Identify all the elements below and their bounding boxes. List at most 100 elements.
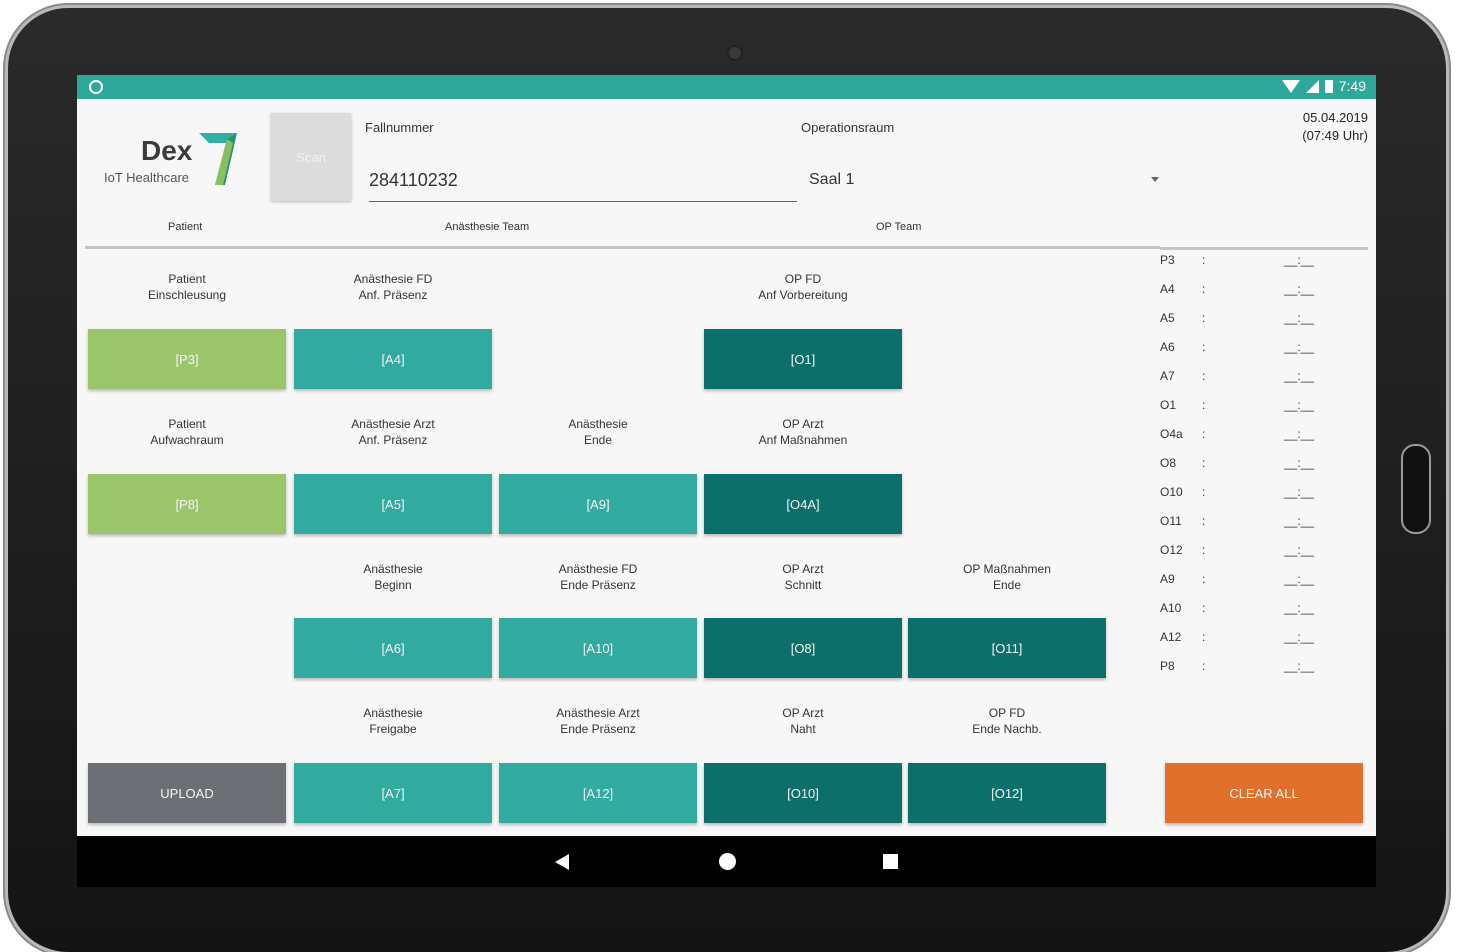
log-id: A4 <box>1160 282 1175 296</box>
log-id: A5 <box>1160 311 1175 325</box>
logo-subtitle: IoT Healthcare <box>104 170 190 185</box>
app-body: Dex IoT Healthcare Scan Fallnummer 28411… <box>77 99 1376 836</box>
log-separator: : <box>1202 398 1206 412</box>
label-anaesthesie-fd-anf: Anästhesie FD Anf. Präsenz <box>353 272 433 302</box>
log-id: P8 <box>1160 659 1175 673</box>
log-time-value: __:__ <box>1284 485 1315 499</box>
back-icon[interactable] <box>555 854 569 870</box>
log-row: A5: __:__ <box>1160 309 1370 338</box>
log-separator: : <box>1202 514 1206 528</box>
label-op-arzt-naht: OP Arzt Naht <box>782 706 824 736</box>
tile-o4a[interactable]: [O4A] <box>704 474 902 534</box>
log-time-value: __:__ <box>1284 340 1315 354</box>
log-id: O8 <box>1160 456 1177 470</box>
date-value: 05.04.2019 <box>1302 110 1368 125</box>
log-id: P3 <box>1160 253 1175 267</box>
log-id: A9 <box>1160 572 1175 586</box>
log-time-value: __:__ <box>1284 253 1315 267</box>
operationsraum-value: Saal 1 <box>809 171 855 188</box>
log-id: A7 <box>1160 369 1175 383</box>
signal-icon <box>1305 79 1319 93</box>
log-row: O8: __:__ <box>1160 454 1370 483</box>
date-display: 05.04.2019 (07:49 Uhr) <box>1302 109 1368 145</box>
android-nav-bar <box>77 836 1376 887</box>
log-row: O11: __:__ <box>1160 512 1370 541</box>
front-camera <box>729 47 741 59</box>
log-time-value: __:__ <box>1284 659 1315 673</box>
tile-a9[interactable]: [A9] <box>499 474 697 534</box>
log-separator: : <box>1202 369 1206 383</box>
label-patient-einschleusung: Patient Einschleusung <box>147 272 227 302</box>
label-anaesthesie-ende: Anästhesie Ende <box>568 417 628 447</box>
tile-p3[interactable]: [P3] <box>88 329 286 389</box>
log-row: O12: __:__ <box>1160 541 1370 570</box>
log-time-value: __:__ <box>1284 514 1315 528</box>
wifi-icon <box>1281 79 1300 93</box>
clear-all-button[interactable]: CLEAR ALL <box>1165 763 1363 823</box>
log-separator: : <box>1202 543 1206 557</box>
log-time-value: __:__ <box>1284 543 1315 557</box>
tile-o8[interactable]: [O8] <box>704 618 902 678</box>
log-separator: : <box>1202 601 1206 615</box>
label-patient-aufwachraum: Patient Aufwachraum <box>150 417 224 447</box>
screen: 7:49 Dex IoT Healthcare Scan Fallnummer … <box>77 75 1376 887</box>
log-row: A7: __:__ <box>1160 367 1370 396</box>
operationsraum-select[interactable]: Saal 1 <box>809 165 1165 199</box>
log-id: A12 <box>1160 630 1182 644</box>
label-op-fd-nachb: OP FD Ende Nachb. <box>972 706 1042 736</box>
fallnummer-input[interactable]: 284110232 <box>369 165 797 202</box>
label-anaesthesie-freigabe: Anästhesie Freigabe <box>363 706 423 736</box>
tile-p8[interactable]: [P8] <box>88 474 286 534</box>
log-row: O10: __:__ <box>1160 483 1370 512</box>
log-row: A9: __:__ <box>1160 570 1370 599</box>
log-time-value: __:__ <box>1284 311 1315 325</box>
tile-a12[interactable]: [A12] <box>499 763 697 823</box>
tile-o11[interactable]: [O11] <box>908 618 1106 678</box>
tile-a7[interactable]: [A7] <box>294 763 492 823</box>
log-time-value: __:__ <box>1284 427 1315 441</box>
log-id: O1 <box>1160 398 1177 412</box>
log-separator: : <box>1202 253 1206 267</box>
home-icon[interactable] <box>719 853 736 870</box>
time-value: (07:49 Uhr) <box>1302 128 1368 143</box>
label-op-fd-vorbereitung: OP FD Anf Vorbereitung <box>758 272 848 302</box>
log-separator: : <box>1202 456 1206 470</box>
status-time: 7:49 <box>1338 78 1366 94</box>
log-id: O10 <box>1160 485 1183 499</box>
section-anaesthesie-team: Anästhesie Team <box>445 221 530 233</box>
tile-a5[interactable]: [A5] <box>294 474 492 534</box>
upload-button[interactable]: UPLOAD <box>88 763 286 823</box>
log-separator: : <box>1202 340 1206 354</box>
log-separator: : <box>1202 311 1206 325</box>
recent-apps-icon[interactable] <box>883 854 898 869</box>
log-time-value: __:__ <box>1284 630 1315 644</box>
log-row: A4: __:__ <box>1160 280 1370 309</box>
log-divider <box>1160 247 1368 250</box>
tile-a6[interactable]: [A6] <box>294 618 492 678</box>
label-anaesthesie-arzt-anf: Anästhesie Arzt Anf. Präsenz <box>351 417 435 447</box>
tile-a10[interactable]: [A10] <box>499 618 697 678</box>
log-row: A12: __:__ <box>1160 628 1370 657</box>
scan-button[interactable]: Scan <box>271 113 351 201</box>
section-patient: Patient <box>168 221 203 233</box>
label-op-arzt-schnitt: OP Arzt Schnitt <box>782 562 824 592</box>
log-row: A6: __:__ <box>1160 338 1370 367</box>
label-op-massnahmen-ende: OP Maßnahmen Ende <box>963 562 1051 592</box>
log-row: P3: __:__ <box>1160 251 1370 280</box>
section-op-team: OP Team <box>876 221 922 233</box>
log-separator: : <box>1202 572 1206 586</box>
tile-o10[interactable]: [O10] <box>704 763 902 823</box>
log-row: P8: __:__ <box>1160 657 1370 686</box>
log-time-value: __:__ <box>1284 282 1315 296</box>
tile-o12[interactable]: [O12] <box>908 763 1106 823</box>
logo-name: Dex <box>141 135 193 166</box>
power-button <box>1401 444 1431 534</box>
label-anaesthesie-beginn: Anästhesie Beginn <box>363 562 423 592</box>
tile-o1[interactable]: [O1] <box>704 329 902 389</box>
log-separator: : <box>1202 659 1206 673</box>
log-id: A6 <box>1160 340 1175 354</box>
tile-a4[interactable]: [A4] <box>294 329 492 389</box>
log-time-value: __:__ <box>1284 572 1315 586</box>
notification-icon <box>89 80 103 94</box>
status-icons: 7:49 <box>1281 78 1366 94</box>
